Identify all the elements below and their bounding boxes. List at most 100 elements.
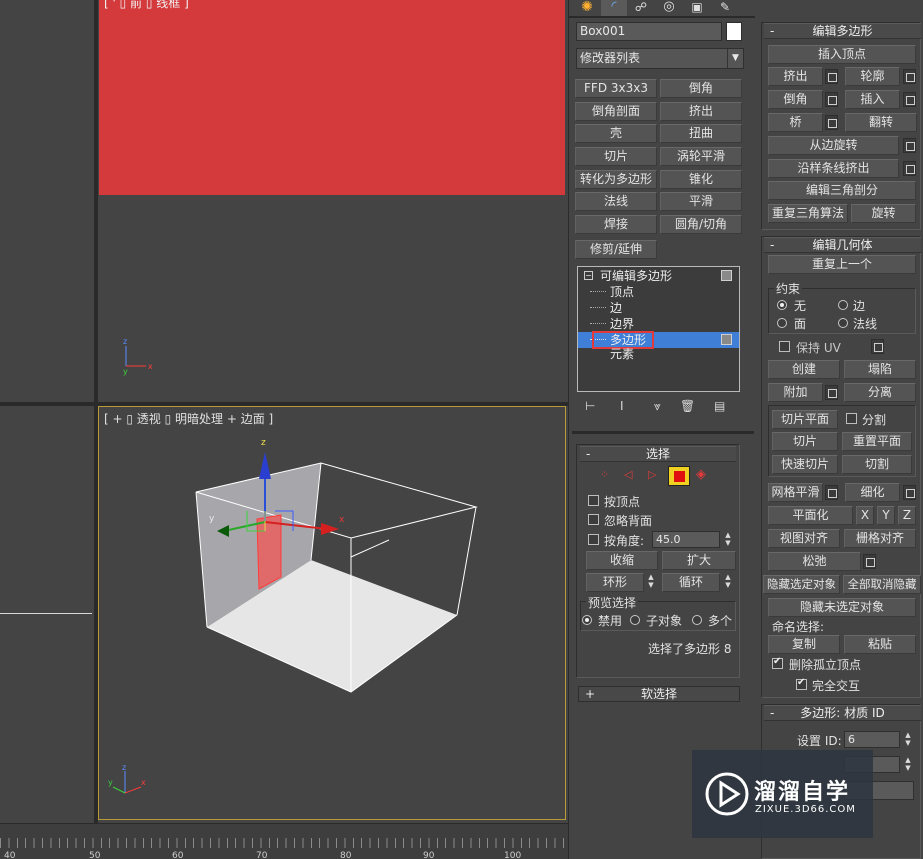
modifier-list-dropdown[interactable]: 修改器列表 ▼ (576, 48, 744, 69)
detach-button[interactable]: 分离 (844, 383, 916, 402)
bridge-settings-icon[interactable] (825, 115, 838, 130)
constraint-none-radio[interactable] (777, 300, 787, 310)
soft-selection-header[interactable]: + 软选择 (578, 686, 740, 702)
inset-settings-icon[interactable] (903, 92, 916, 107)
slice-button[interactable]: 切片 (772, 432, 838, 451)
modifier-button-trim-extend[interactable]: 修剪/延伸 (575, 240, 657, 259)
extrude-settings-icon[interactable] (825, 69, 838, 84)
quickslice-button[interactable]: 快速切片 (772, 455, 838, 474)
modifier-button-twist[interactable]: 扭曲 (660, 124, 742, 143)
slice-plane-button[interactable]: 切片平面 (772, 410, 838, 429)
view-align-button[interactable]: 视图对齐 (768, 529, 840, 548)
unhide-all-button[interactable]: 全部取消隐藏 (843, 575, 921, 594)
stack-subobject-polygon[interactable]: 多边形 (578, 331, 739, 349)
planar-z-button[interactable]: Z (898, 506, 916, 525)
edit-geometry-header[interactable]: - 编辑几何体 (764, 237, 921, 253)
modifier-button-weld[interactable]: 焊接 (575, 215, 657, 234)
ignore-backface-checkbox[interactable] (588, 514, 599, 525)
vertex-level-icon[interactable]: ⁘ (600, 468, 609, 481)
angle-field[interactable]: 45.0 (652, 531, 720, 548)
modifier-button-shell[interactable]: 壳 (575, 124, 657, 143)
light-bulb-icon[interactable] (721, 334, 732, 345)
viewport-front[interactable]: [ ' ▯ 前 ▯ 线框 ] z y x (98, 0, 566, 402)
paste-button[interactable]: 粘贴 (844, 635, 916, 654)
stack-subobject-vertex[interactable]: 顶点 (578, 284, 739, 300)
collapse-button[interactable]: 塌陷 (844, 360, 916, 379)
turn-button[interactable]: 旋转 (851, 204, 916, 223)
light-bulb-icon[interactable] (721, 270, 732, 281)
preserve-uv-settings-icon[interactable] (871, 339, 884, 354)
viewport-top-left[interactable] (0, 0, 94, 402)
hide-unselected-button[interactable]: 隐藏未选定对象 (768, 598, 916, 617)
tessellate-settings-icon[interactable] (903, 485, 916, 500)
object-color-swatch[interactable] (726, 22, 742, 41)
modifier-button-turbosmooth[interactable]: 涡轮平滑 (660, 147, 742, 166)
hierarchy-icon[interactable]: ☍ (629, 0, 653, 16)
create-button[interactable]: 创建 (768, 360, 840, 379)
set-id-spinner[interactable]: ▲ ▼ (903, 731, 913, 748)
angle-spinner[interactable]: ▲ ▼ (723, 531, 733, 548)
outline-settings-icon[interactable] (903, 69, 916, 84)
delete-isolated-checkbox[interactable] (772, 656, 783, 669)
create-icon[interactable]: ✺ (575, 0, 599, 16)
planar-x-button[interactable]: X (856, 506, 874, 525)
attach-list-icon[interactable] (825, 385, 838, 400)
modifier-button-taper[interactable]: 锥化 (660, 170, 742, 189)
modifier-button-normal[interactable]: 法线 (575, 192, 657, 211)
cut-button[interactable]: 切割 (842, 455, 912, 474)
motion-icon[interactable]: ◎ (657, 0, 681, 16)
copy-button[interactable]: 复制 (768, 635, 840, 654)
stack-root[interactable]: − 可编辑多边形 (578, 268, 739, 284)
modifier-button-smooth[interactable]: 平滑 (660, 192, 742, 211)
preserve-uv-checkbox[interactable] (779, 341, 790, 352)
set-id-field[interactable]: 6 (844, 731, 900, 748)
viewport-front-label[interactable]: [ ' ▯ 前 ▯ 线框 ] (104, 0, 189, 11)
insert-vertex-button[interactable]: 插入顶点 (768, 45, 916, 64)
bridge-button[interactable]: 桥 (768, 113, 823, 132)
collapse-icon[interactable]: − (584, 271, 593, 280)
hinge-button[interactable]: 从边旋转 (768, 136, 899, 155)
planar-y-button[interactable]: Y (877, 506, 895, 525)
bevel-settings-icon[interactable] (825, 92, 838, 107)
relax-settings-icon[interactable] (863, 554, 876, 569)
hinge-settings-icon[interactable] (903, 138, 916, 153)
display-icon[interactable]: ▣ (685, 0, 709, 16)
shrink-button[interactable]: 收缩 (586, 551, 658, 570)
modifier-button-bevel[interactable]: 倒角 (660, 79, 742, 98)
stack-subobject-edge[interactable]: 边 (578, 300, 739, 316)
modify-icon[interactable]: ◜ (601, 0, 627, 16)
reset-plane-button[interactable]: 重置平面 (842, 432, 912, 451)
attach-button[interactable]: 附加 (768, 383, 823, 402)
select-id-spinner[interactable]: ▲ ▼ (903, 756, 913, 773)
timeline[interactable]: 40 50 60 70 80 90 100 (0, 823, 568, 859)
by-vertex-checkbox[interactable] (588, 495, 599, 506)
modifier-button-fillet-chamfer[interactable]: 圆角/切角 (660, 215, 742, 234)
object-name-field[interactable]: Box001 (576, 22, 722, 41)
pin-stack-icon[interactable]: ⊢ (585, 399, 595, 413)
configure-sets-icon[interactable]: ▤ (714, 399, 725, 413)
ring-spinner[interactable]: ▲ ▼ (646, 573, 656, 590)
grid-align-button[interactable]: 栅格对齐 (844, 529, 916, 548)
extrude-button[interactable]: 挤出 (768, 67, 823, 86)
loop-button[interactable]: 循环 (662, 573, 720, 592)
material-ids-header[interactable]: - 多边形: 材质 ID (764, 705, 921, 721)
split-checkbox[interactable] (846, 413, 857, 424)
border-level-icon[interactable]: ▷ (648, 468, 656, 481)
bevel-button[interactable]: 倒角 (768, 90, 823, 109)
stack-subobject-border[interactable]: 边界 (578, 316, 739, 332)
modifier-button-extrude[interactable]: 挤出 (660, 102, 742, 121)
make-planar-button[interactable]: 平面化 (768, 506, 853, 525)
edge-level-icon[interactable]: ◁ (624, 468, 632, 481)
outline-button[interactable]: 轮廓 (845, 67, 900, 86)
flip-button[interactable]: 翻转 (845, 113, 917, 132)
timeline-ruler[interactable] (0, 838, 568, 848)
repeat-last-button[interactable]: 重复上一个 (768, 255, 916, 274)
modifier-button-bevel-profile[interactable]: 倒角剖面 (575, 102, 657, 121)
constraint-face-radio[interactable] (777, 318, 787, 328)
box-object[interactable]: z x y (99, 407, 565, 819)
by-angle-checkbox[interactable] (588, 534, 599, 545)
retriangulate-button[interactable]: 重复三角算法 (768, 204, 848, 223)
relax-button[interactable]: 松弛 (768, 552, 861, 571)
modifier-button-ffd[interactable]: FFD 3x3x3 (575, 79, 657, 98)
meshsmooth-button[interactable]: 网格平滑 (768, 483, 823, 502)
